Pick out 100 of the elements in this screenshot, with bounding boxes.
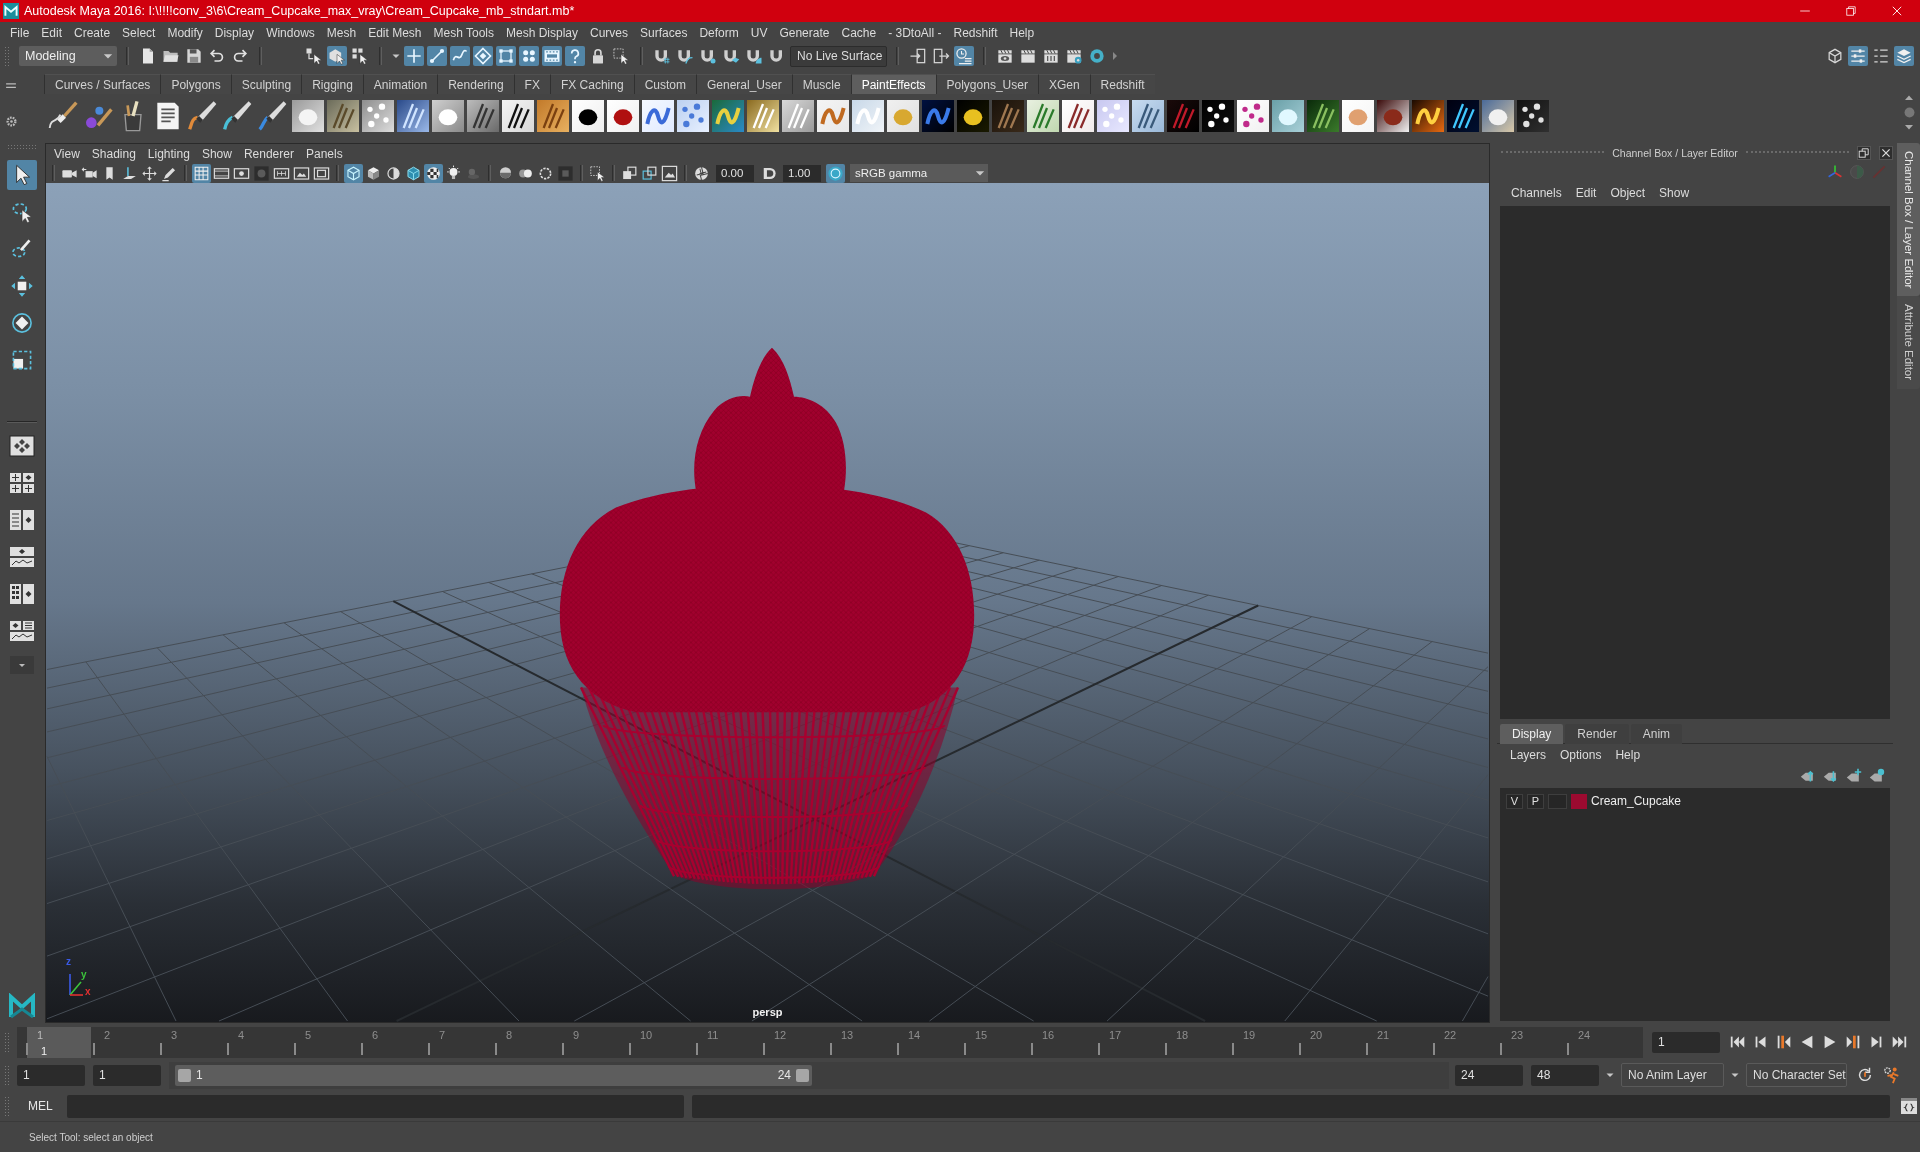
layer-menu[interactable]: Help [1608, 747, 1648, 763]
live-surface-button[interactable]: No Live Surface [790, 45, 887, 67]
step-back-frame-icon[interactable] [1775, 1033, 1793, 1051]
wave-swatch-icon[interactable] [852, 100, 884, 132]
streak-swatch-icon[interactable] [502, 100, 534, 132]
character-set-dropdown[interactable]: No Character Set [1746, 1063, 1847, 1087]
blob-swatch-icon[interactable] [1482, 100, 1514, 132]
mode-dropdown[interactable]: Modeling [19, 46, 117, 66]
object-select-icon[interactable] [327, 46, 347, 66]
plus-icon[interactable] [404, 46, 424, 66]
streak-swatch-icon[interactable] [327, 100, 359, 132]
menu-item[interactable]: Redshift [947, 23, 1004, 42]
arrow-into-box-icon[interactable] [908, 46, 928, 66]
settings-icon[interactable] [4, 115, 18, 128]
command-language-label[interactable]: MEL [28, 1099, 53, 1113]
blob-swatch-icon[interactable] [432, 100, 464, 132]
menu-item[interactable]: Help [1003, 23, 1041, 42]
ring-icon[interactable] [1087, 46, 1107, 66]
panel-menu[interactable]: Renderer [237, 145, 300, 162]
shelf-tab[interactable]: Polygons [160, 74, 231, 94]
streak-swatch-icon[interactable] [1307, 100, 1339, 132]
side-tab[interactable]: Channel Box / Layer Editor [1897, 143, 1920, 297]
component-select-icon[interactable] [350, 46, 370, 66]
wave-swatch-icon[interactable] [1412, 100, 1444, 132]
shelf-tab[interactable]: Custom [633, 74, 696, 94]
checker-icon[interactable] [424, 163, 443, 183]
channel-menu[interactable]: Channels [1504, 185, 1569, 201]
menu-item[interactable]: Create [68, 23, 117, 42]
menu-item[interactable]: Surfaces [634, 23, 694, 42]
animation-start-field[interactable]: 1 [17, 1064, 85, 1086]
range-bar[interactable] [175, 1064, 812, 1086]
layers-icon[interactable] [1894, 46, 1914, 66]
menu-item[interactable]: Cache [835, 23, 883, 42]
playback-end-field[interactable]: 24 [1455, 1064, 1523, 1086]
shelf-tab[interactable]: Muscle [791, 74, 851, 94]
axis-icon[interactable] [1827, 164, 1843, 180]
wave-swatch-icon[interactable] [712, 100, 744, 132]
dashed-box-cursor-icon[interactable] [611, 46, 631, 66]
menu-item[interactable]: Edit [35, 23, 69, 42]
blob-swatch-icon[interactable] [957, 100, 989, 132]
menu-item[interactable]: Edit Mesh [362, 23, 428, 42]
current-frame-field[interactable]: 1 [1652, 1031, 1720, 1053]
arrow-cursor-icon[interactable] [7, 160, 37, 190]
diamond-icon[interactable] [473, 46, 493, 66]
layer-menu[interactable]: Options [1553, 747, 1609, 763]
streak-swatch-icon[interactable] [537, 100, 569, 132]
color-swatch-icon[interactable] [1571, 793, 1587, 809]
paint-brush-icon[interactable] [222, 100, 254, 132]
blob-swatch-icon[interactable] [572, 100, 604, 132]
streak-swatch-icon[interactable] [467, 100, 499, 132]
playback-start-field[interactable]: 1 [93, 1064, 161, 1086]
dots-swatch-icon[interactable] [1097, 100, 1129, 132]
dots-swatch-icon[interactable] [1237, 100, 1269, 132]
layer-down-icon[interactable] [1823, 768, 1839, 784]
layer-tab[interactable]: Display [1500, 724, 1564, 744]
cube-outline-icon[interactable] [404, 163, 423, 183]
panel-menu[interactable]: Show [195, 145, 238, 162]
menu-item[interactable]: Modify [161, 23, 209, 42]
close-icon[interactable] [1879, 145, 1893, 160]
frame-corners-icon[interactable] [496, 46, 516, 66]
hierarchy-select-icon[interactable] [304, 46, 324, 66]
shelf-tab[interactable]: Polygons_User [935, 74, 1038, 94]
wave-swatch-icon[interactable] [817, 100, 849, 132]
toggle-disc-icon[interactable] [826, 163, 845, 183]
caret-icon[interactable] [10, 656, 34, 674]
channel-menu[interactable]: Show [1652, 185, 1697, 201]
dots-swatch-icon[interactable] [677, 100, 709, 132]
dots-swatch-icon[interactable] [1202, 100, 1234, 132]
menu-item[interactable]: - 3DtoAll - [882, 23, 948, 42]
picture-frame-icon[interactable] [660, 163, 679, 183]
layer-add-icon[interactable] [1846, 768, 1862, 784]
shelf-tab[interactable]: General_User [695, 74, 792, 94]
shelf-tab[interactable]: Sculpting [230, 74, 302, 94]
clock-list-icon[interactable] [954, 46, 974, 66]
film-icon[interactable] [542, 46, 562, 66]
paint-brush-icon[interactable] [187, 100, 219, 132]
list-pane-icon[interactable] [9, 509, 35, 531]
runner-gear-icon[interactable] [1883, 1066, 1901, 1084]
menu-item[interactable]: Mesh Tools [427, 23, 500, 42]
pan-arrows-icon[interactable] [140, 163, 159, 183]
shelf-tab[interactable]: Curves / Surfaces [44, 74, 161, 94]
arrow-down-icon[interactable] [1904, 122, 1914, 132]
dots-swatch-icon[interactable] [1517, 100, 1549, 132]
wave-swatch-icon[interactable] [922, 100, 954, 132]
arrow-up-icon[interactable] [1904, 93, 1914, 103]
curve-icon[interactable] [450, 46, 470, 66]
panel-menu[interactable]: View [48, 145, 86, 162]
split-graph-pane-icon[interactable] [9, 620, 35, 642]
four-pane-icon[interactable] [9, 472, 35, 494]
menu-item[interactable]: Mesh Display [500, 23, 585, 42]
save-icon[interactable] [184, 46, 204, 66]
dots-swatch-icon[interactable] [362, 100, 394, 132]
shelf-tab[interactable]: FX Caching [549, 74, 634, 94]
float-icon[interactable] [1857, 145, 1871, 160]
menu-item[interactable]: File [4, 23, 36, 42]
single-pane-icon[interactable] [9, 435, 35, 457]
streak-swatch-icon[interactable] [1167, 100, 1199, 132]
shelf-tab[interactable]: Rigging [301, 74, 363, 94]
layer-tab[interactable]: Render [1565, 724, 1629, 744]
side-tab[interactable]: Attribute Editor [1897, 296, 1920, 389]
